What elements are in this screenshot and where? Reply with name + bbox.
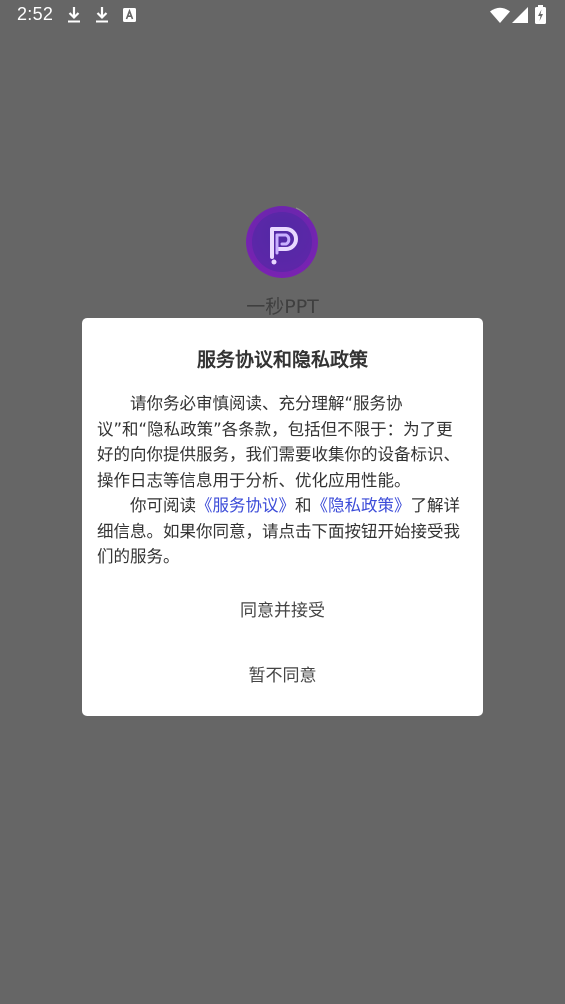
disagree-button[interactable]: 暂不同意 — [82, 661, 483, 687]
service-agreement-link[interactable]: 《服务协议》 — [196, 496, 295, 515]
battery-charging-icon — [535, 5, 546, 24]
wifi-icon — [490, 7, 510, 23]
download-icon — [96, 7, 108, 23]
dialog-title: 服务协议和隐私政策 — [196, 349, 368, 371]
dialog-paragraph-1: 请你务必审慎阅读、充分理解“服务协议”和“隐私政策”各条款，包括但不限于：为了更… — [97, 394, 460, 490]
keyboard-a-icon — [123, 8, 136, 22]
and-text: 和 — [295, 496, 312, 515]
status-bar: 2:52 — [0, 0, 565, 32]
app-logo-icon — [246, 206, 318, 278]
agree-button[interactable]: 同意并接受 — [82, 596, 483, 622]
privacy-policy-link[interactable]: 《隐私政策》 — [312, 496, 411, 515]
privacy-dialog: 服务协议和隐私政策 请你务必审慎阅读、充分理解“服务协议”和“隐私政策”各条款，… — [82, 318, 483, 716]
download-icon — [68, 7, 80, 23]
paragraph2-prefix: 你可阅读 — [130, 496, 196, 515]
app-name: 一秒PPT — [246, 296, 319, 318]
status-time: 2:52 — [17, 4, 54, 24]
dialog-body: 请你务必审慎阅读、充分理解“服务协议”和“隐私政策”各条款，包括但不限于：为了更… — [97, 391, 469, 570]
dialog-paragraph-2: 你可阅读《服务协议》和《隐私政策》了解详细信息。如果你同意，请点击下面按钮开始接… — [97, 493, 469, 570]
signal-icon — [512, 7, 528, 23]
